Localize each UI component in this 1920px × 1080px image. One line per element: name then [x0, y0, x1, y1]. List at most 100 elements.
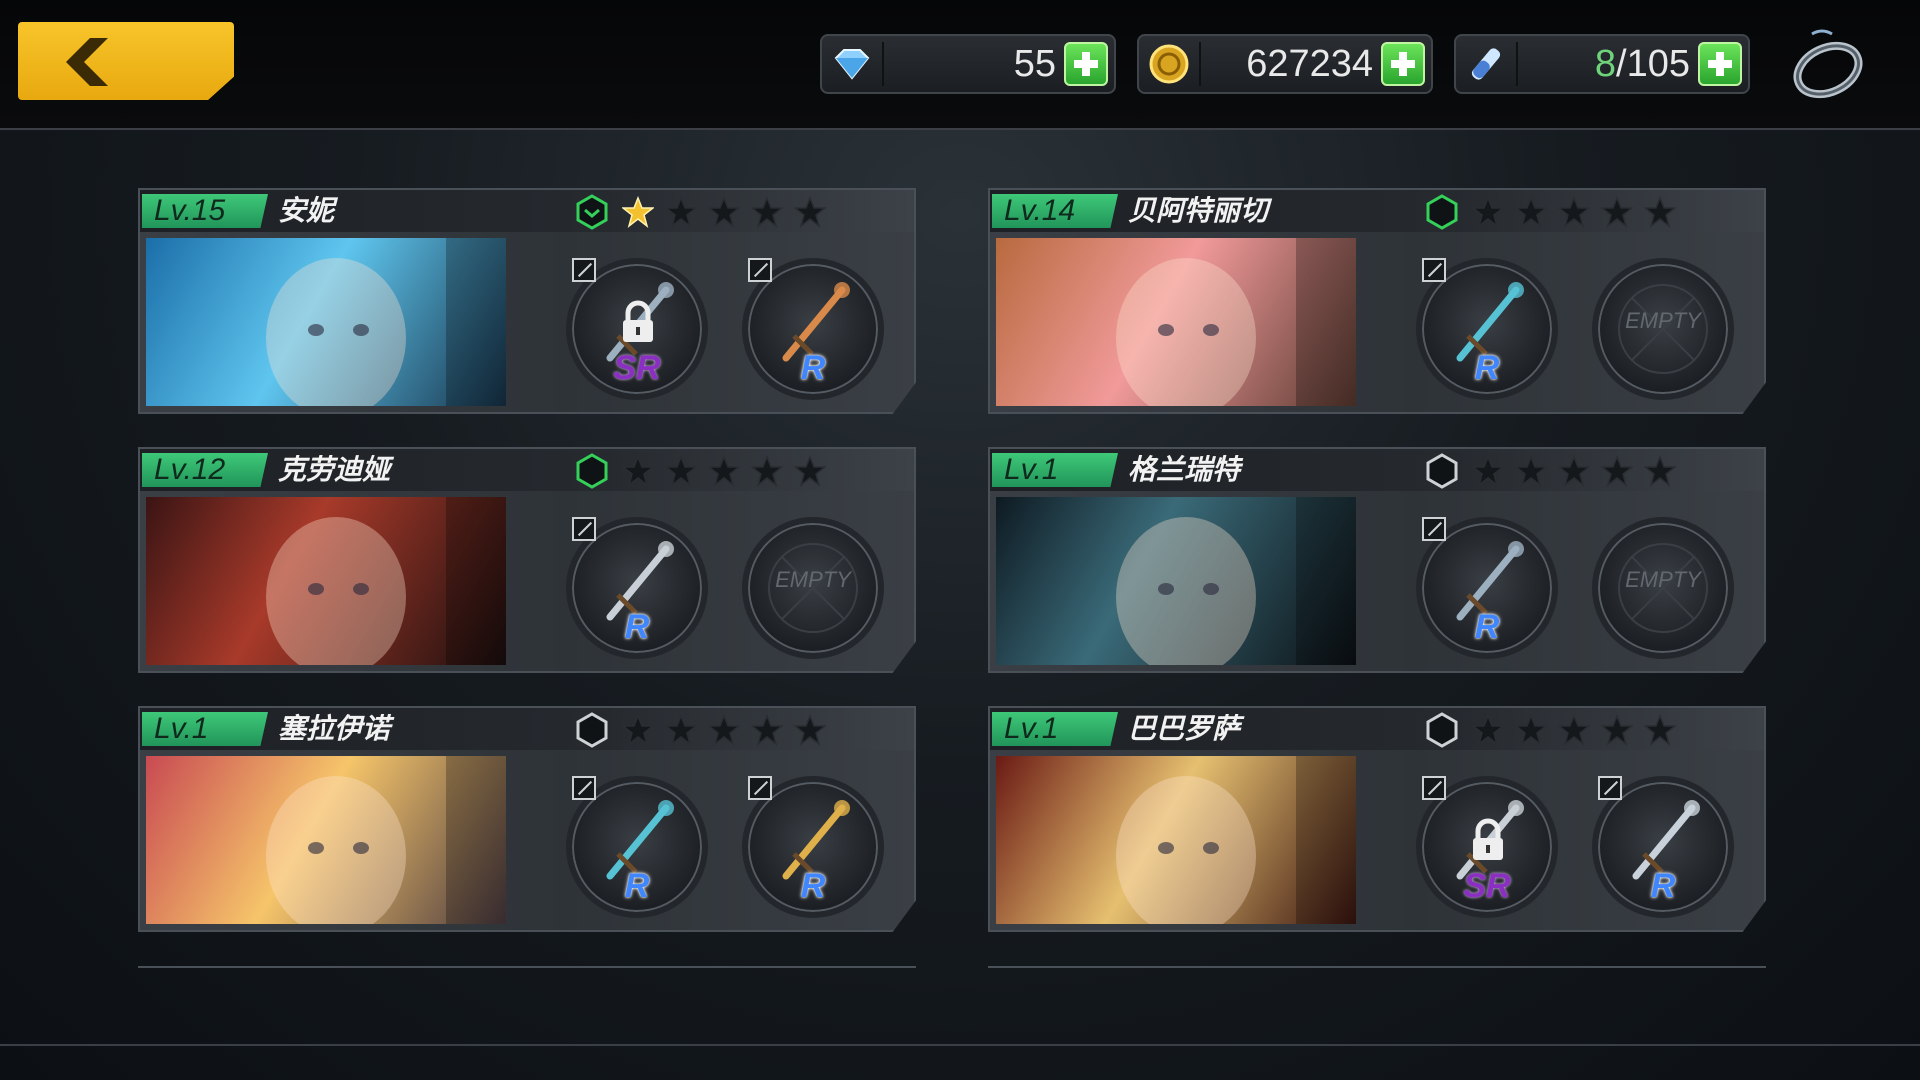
hex-icon — [1426, 194, 1458, 230]
bottom-divider — [0, 1044, 1920, 1046]
gold-counter: 627234 — [1137, 34, 1433, 94]
star-icon — [1644, 714, 1676, 746]
star-icon — [1644, 455, 1676, 487]
back-button[interactable] — [18, 22, 234, 100]
star-rating — [622, 714, 826, 746]
rarity-label: R — [800, 349, 826, 387]
star-icon — [1601, 714, 1633, 746]
star-icon — [665, 455, 697, 487]
gem-counter: 55 — [820, 34, 1116, 94]
ring-menu-icon[interactable] — [1788, 24, 1868, 104]
rarity-label: SR — [1463, 867, 1511, 905]
lock-icon — [623, 300, 653, 342]
character-name: 塞拉伊诺 — [278, 712, 391, 745]
rarity-label: R — [1474, 608, 1500, 646]
add-gems-button[interactable] — [1064, 42, 1108, 86]
portrait-art — [266, 756, 506, 924]
equipment-slot[interactable]: R — [1416, 517, 1558, 659]
add-stamina-button[interactable] — [1698, 42, 1742, 86]
star-icon — [665, 714, 697, 746]
coin-icon — [1149, 44, 1189, 84]
character-portrait[interactable] — [146, 238, 506, 406]
star-icon — [1472, 714, 1504, 746]
equipment-slot[interactable]: R — [1592, 776, 1734, 918]
empty-label: EMPTY — [1625, 567, 1701, 592]
star-rating — [1472, 714, 1676, 746]
character-portrait[interactable] — [996, 238, 1356, 406]
star-rating — [622, 196, 826, 228]
star-icon — [794, 714, 826, 746]
lock-icon — [1473, 818, 1503, 860]
rarity-label: R — [800, 867, 826, 905]
character-card[interactable]: Lv.12 克劳迪娅 R EMPTY — [138, 447, 916, 673]
star-icon — [794, 196, 826, 228]
level-tag: Lv.12 — [142, 453, 268, 487]
equipment-slot[interactable]: SR — [566, 258, 708, 400]
star-icon — [622, 196, 654, 228]
equipment-slot[interactable]: R — [742, 776, 884, 918]
level-tag: Lv.1 — [992, 712, 1118, 746]
level-tag: Lv.14 — [992, 194, 1118, 228]
star-icon — [794, 455, 826, 487]
empty-label: EMPTY — [1625, 308, 1701, 333]
equipment-slot-empty[interactable]: EMPTY — [1592, 258, 1734, 400]
star-icon — [1515, 196, 1547, 228]
star-icon — [1472, 196, 1504, 228]
portrait-art — [266, 497, 506, 665]
star-icon — [1644, 196, 1676, 228]
star-icon — [708, 714, 740, 746]
character-name: 格兰瑞特 — [1128, 453, 1241, 486]
equipment-slot-empty[interactable]: EMPTY — [742, 517, 884, 659]
star-icon — [1515, 455, 1547, 487]
star-icon — [751, 714, 783, 746]
star-icon — [1515, 714, 1547, 746]
star-icon — [708, 455, 740, 487]
star-icon — [1558, 455, 1590, 487]
equipment-slot-empty[interactable]: EMPTY — [1592, 517, 1734, 659]
character-portrait[interactable] — [996, 756, 1356, 924]
back-arrow-icon — [66, 38, 108, 86]
level-tag: Lv.1 — [992, 453, 1118, 487]
star-rating — [1472, 455, 1676, 487]
character-name: 巴巴罗萨 — [1128, 712, 1241, 745]
portrait-art — [1116, 238, 1356, 406]
character-name: 安妮 — [278, 194, 335, 227]
character-portrait[interactable] — [146, 497, 506, 665]
character-card[interactable]: Lv.1 格兰瑞特 R EMPTY — [988, 447, 1766, 673]
equipment-slot[interactable]: R — [1416, 258, 1558, 400]
character-name: 贝阿特丽切 — [1128, 194, 1269, 227]
rarity-label: R — [1474, 349, 1500, 387]
add-gold-button[interactable] — [1381, 42, 1425, 86]
character-card[interactable]: Lv.15 安妮 SR R — [138, 188, 916, 414]
gold-count: 627234 — [1246, 43, 1373, 85]
star-icon — [751, 196, 783, 228]
character-name: 克劳迪娅 — [278, 453, 391, 486]
equipment-slot[interactable]: R — [566, 776, 708, 918]
level-tag: Lv.15 — [142, 194, 268, 228]
stamina-counter: 8/105 — [1454, 34, 1750, 94]
equipment-slot[interactable]: SR — [1416, 776, 1558, 918]
star-icon — [1558, 714, 1590, 746]
character-card[interactable]: Lv.1 塞拉伊诺 R R — [138, 706, 916, 932]
equipment-slot[interactable]: R — [566, 517, 708, 659]
hex-icon — [576, 453, 608, 489]
hex-icon — [1426, 712, 1458, 748]
next-card-edge — [138, 966, 916, 976]
character-portrait[interactable] — [146, 756, 506, 924]
portrait-art — [266, 238, 506, 406]
star-icon — [1601, 196, 1633, 228]
star-icon — [708, 196, 740, 228]
star-icon — [1558, 196, 1590, 228]
hex-icon — [1426, 453, 1458, 489]
potion-vial-icon — [1471, 48, 1501, 80]
character-portrait[interactable] — [996, 497, 1356, 665]
character-card[interactable]: Lv.14 贝阿特丽切 R EMPTY — [988, 188, 1766, 414]
star-icon — [665, 196, 697, 228]
stamina-count: 8/105 — [1594, 43, 1690, 85]
rarity-label: SR — [613, 349, 661, 387]
equipment-slot[interactable]: R — [742, 258, 884, 400]
portrait-art — [1116, 756, 1356, 924]
level-tag: Lv.1 — [142, 712, 268, 746]
character-card[interactable]: Lv.1 巴巴罗萨 SR R — [988, 706, 1766, 932]
star-icon — [1472, 455, 1504, 487]
